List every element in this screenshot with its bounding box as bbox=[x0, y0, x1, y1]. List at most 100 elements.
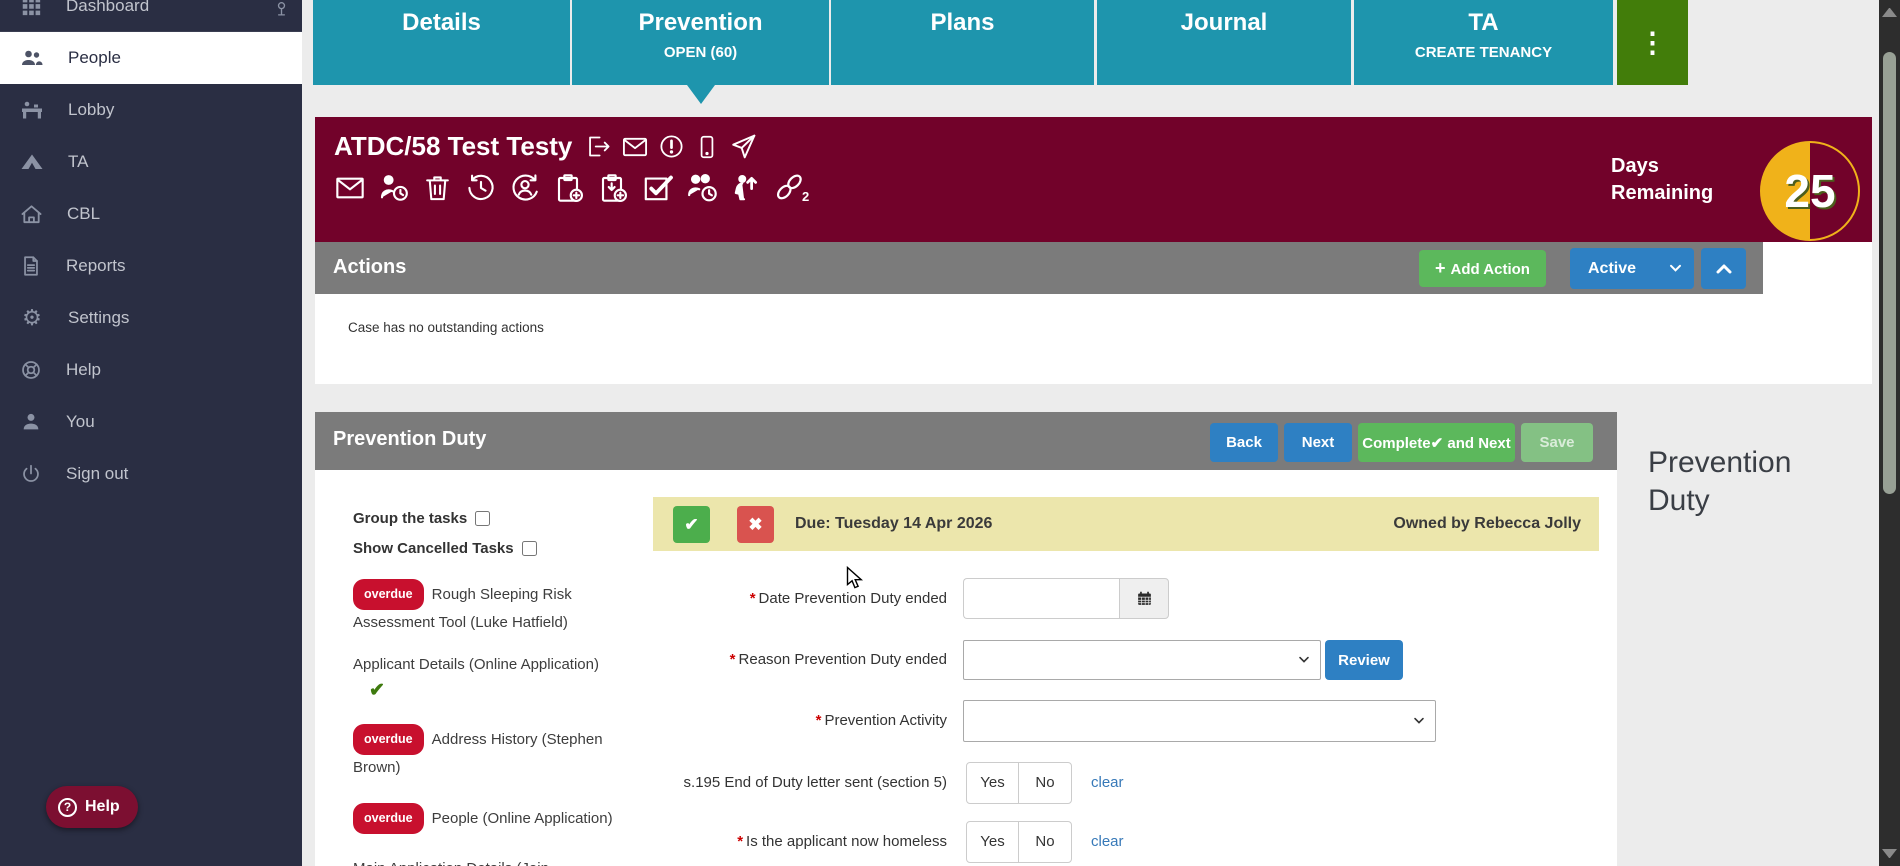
collapse-actions-button[interactable] bbox=[1701, 248, 1746, 289]
tab-label: Journal bbox=[1180, 9, 1268, 36]
history-icon[interactable] bbox=[465, 172, 497, 204]
form-row-reason: * Reason Prevention Duty ended Review bbox=[315, 640, 1617, 680]
people-icon bbox=[22, 50, 43, 65]
message-icon[interactable] bbox=[334, 172, 366, 204]
clear-link[interactable]: clear bbox=[1091, 821, 1124, 863]
sidebar-item-label: CBL bbox=[67, 204, 101, 223]
review-button[interactable]: Review bbox=[1325, 640, 1403, 680]
power-icon bbox=[23, 464, 39, 482]
checkbox-check-icon[interactable] bbox=[641, 171, 674, 204]
tent-icon bbox=[21, 154, 43, 169]
no-button[interactable]: No bbox=[1019, 763, 1071, 803]
sidebar-item-label: Reports bbox=[66, 256, 126, 275]
yes-button[interactable]: Yes bbox=[967, 763, 1019, 803]
person-sync-icon[interactable] bbox=[509, 172, 541, 204]
calendar-button[interactable] bbox=[1119, 578, 1169, 619]
sidebar-item-you[interactable]: You bbox=[0, 396, 302, 448]
sidebar-item-settings[interactable]: ⚙ Settings bbox=[0, 292, 302, 344]
sidebar-item-dashboard[interactable]: Dashboard bbox=[0, 0, 302, 32]
sidebar-item-label: Settings bbox=[68, 308, 130, 327]
pin-icon[interactable] bbox=[273, 0, 290, 17]
document-icon bbox=[24, 256, 38, 276]
kebab-icon: ⋮ bbox=[1638, 27, 1667, 58]
date-ended-input[interactable] bbox=[963, 578, 1119, 619]
tab-ta[interactable]: TA CREATE TENANCY bbox=[1354, 0, 1613, 85]
case-header: ATDC/58 Test Testy 2 Days Remaining 25 bbox=[315, 117, 1872, 242]
next-button[interactable]: Next bbox=[1284, 423, 1352, 462]
clear-link[interactable]: clear bbox=[1091, 762, 1124, 804]
more-actions-button[interactable]: ⋮ bbox=[1617, 0, 1688, 85]
people-clock-icon[interactable] bbox=[686, 171, 719, 204]
help-fab-label: Help bbox=[85, 798, 120, 815]
show-cancelled-checkbox[interactable] bbox=[521, 541, 537, 556]
help-fab-button[interactable]: ? Help bbox=[46, 786, 138, 828]
sidebar-item-signout[interactable]: Sign out bbox=[0, 448, 302, 500]
clipboard-check-icon[interactable] bbox=[597, 172, 629, 204]
tab-label: Prevention bbox=[638, 9, 763, 36]
desk-icon bbox=[22, 101, 42, 119]
mobile-icon[interactable] bbox=[694, 134, 720, 160]
delete-icon[interactable] bbox=[422, 172, 453, 203]
scroll-down-arrow[interactable] bbox=[1882, 849, 1897, 859]
task-complete-icon: ✔ bbox=[369, 680, 385, 701]
tab-details[interactable]: Details bbox=[313, 0, 570, 85]
back-button[interactable]: Back bbox=[1210, 423, 1278, 462]
due-date-text: Due: Tuesday 14 Apr 2026 bbox=[795, 515, 993, 532]
person-icon bbox=[23, 413, 39, 430]
tab-plans[interactable]: Plans bbox=[831, 0, 1094, 85]
gear-icon: ⚙ bbox=[22, 305, 42, 330]
chevron-down-icon bbox=[1299, 656, 1309, 663]
homeless-toggle: Yes No bbox=[966, 821, 1072, 863]
check-icon: ✔ bbox=[684, 514, 699, 534]
sidebar-item-lobby[interactable]: Lobby bbox=[0, 84, 302, 136]
tab-journal[interactable]: Journal bbox=[1097, 0, 1351, 85]
group-tasks-label: Group the tasks bbox=[353, 510, 468, 527]
scrollbar-thumb[interactable] bbox=[1883, 52, 1896, 494]
sidebar-item-label: You bbox=[66, 412, 95, 431]
save-button[interactable]: Save bbox=[1521, 423, 1593, 462]
email-icon[interactable] bbox=[621, 133, 649, 161]
person-clock-icon[interactable] bbox=[378, 172, 410, 204]
sidebar-item-help[interactable]: Help bbox=[0, 344, 302, 396]
sidebar-item-ta[interactable]: TA bbox=[0, 136, 302, 188]
section-side-title: Prevention Duty bbox=[1648, 446, 1792, 517]
prevention-activity-select[interactable] bbox=[963, 700, 1436, 742]
tab-prevention[interactable]: Prevention OPEN (60) bbox=[572, 0, 829, 85]
sidebar-item-people[interactable]: People bbox=[0, 32, 302, 84]
show-cancelled-row: Show Cancelled Tasks bbox=[353, 540, 635, 557]
no-button[interactable]: No bbox=[1019, 822, 1071, 862]
show-cancelled-label: Show Cancelled Tasks bbox=[353, 540, 514, 557]
sidebar-item-cbl[interactable]: CBL bbox=[0, 188, 302, 240]
form-row-date: * Date Prevention Duty ended bbox=[315, 578, 1617, 619]
prevention-duty-header: Prevention Duty Back Next Complete✔ and … bbox=[315, 412, 1617, 470]
logout-case-icon[interactable] bbox=[585, 133, 612, 160]
person-up-icon[interactable] bbox=[731, 173, 761, 203]
add-action-button[interactable]: + Add Action bbox=[1419, 250, 1546, 287]
alert-circle-icon[interactable] bbox=[658, 133, 685, 160]
group-tasks-checkbox[interactable] bbox=[475, 511, 491, 526]
form-row-letter-sent: s.195 End of Duty letter sent (section 5… bbox=[315, 762, 1617, 804]
complete-task-button[interactable]: ✔ bbox=[673, 506, 710, 543]
scroll-up-arrow[interactable] bbox=[1882, 7, 1897, 17]
complete-and-next-button[interactable]: Complete✔ and Next bbox=[1358, 423, 1515, 462]
reason-ended-select[interactable] bbox=[963, 640, 1321, 680]
calendar-icon bbox=[1137, 591, 1151, 605]
question-circle-icon: ? bbox=[58, 797, 77, 817]
actions-filter-select[interactable]: Active bbox=[1570, 248, 1694, 289]
days-remaining-label: Days Remaining bbox=[1611, 155, 1714, 204]
close-icon: ✖ bbox=[748, 514, 763, 534]
vertical-scrollbar[interactable] bbox=[1879, 0, 1900, 866]
life-ring-icon bbox=[22, 361, 40, 379]
tab-sublabel: OPEN (60) bbox=[663, 44, 738, 61]
actions-empty-message: Case has no outstanding actions bbox=[348, 320, 544, 335]
clipboard-add-icon[interactable] bbox=[553, 172, 585, 204]
yes-button[interactable]: Yes bbox=[967, 822, 1019, 862]
tab-label: Details bbox=[402, 9, 481, 36]
tab-label: TA bbox=[1468, 9, 1499, 36]
days-remaining-value: 25 bbox=[1784, 165, 1836, 217]
send-icon[interactable] bbox=[729, 132, 758, 161]
sidebar-item-reports[interactable]: Reports bbox=[0, 240, 302, 292]
form-row-homeless: * Is the applicant now homeless Yes No cl… bbox=[315, 821, 1617, 863]
cancel-task-button[interactable]: ✖ bbox=[737, 506, 774, 543]
unlink-icon[interactable]: 2 bbox=[773, 171, 809, 204]
